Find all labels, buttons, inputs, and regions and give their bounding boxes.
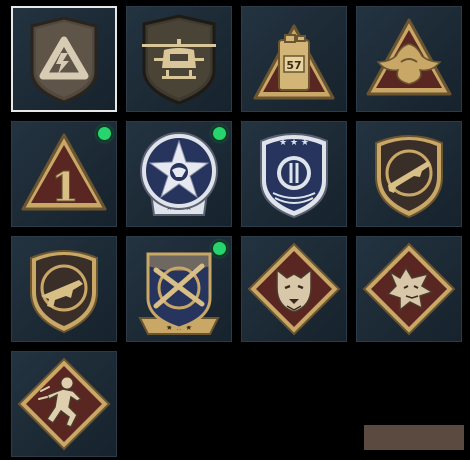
emblem-tile-9[interactable] — [11, 236, 117, 342]
emblem-tile-8[interactable] — [356, 121, 462, 227]
eagle-triangle-icon — [366, 18, 452, 96]
helicopter-shield-icon — [142, 14, 216, 105]
smg-shield-icon — [30, 250, 98, 334]
emblem-grid: 57 1 ★ ★ ★ — [0, 0, 470, 460]
new-indicator — [213, 242, 226, 255]
running-figure-diamond-icon — [17, 357, 111, 451]
dragon-diamond-icon — [362, 242, 456, 336]
wolf-diamond-icon — [247, 242, 341, 336]
emblem-tile-6[interactable]: ★ ★ ★ — [126, 121, 232, 227]
emblem-tile-13[interactable] — [11, 351, 117, 457]
emblem-tile-3[interactable]: 57 — [241, 6, 347, 112]
color-swatch — [364, 425, 464, 450]
emblem-tile-4[interactable] — [356, 6, 462, 112]
emblem-tile-7[interactable]: ★ ★ ★ — [241, 121, 347, 227]
new-indicator — [98, 127, 111, 140]
emblem-tile-1[interactable] — [11, 6, 117, 112]
svg-text:★ ★ ★: ★ ★ ★ — [279, 138, 309, 148]
rifle-shield-icon — [375, 135, 443, 219]
lightning-triangle-shield-icon — [30, 16, 98, 104]
emblem-tile-11[interactable] — [241, 236, 347, 342]
emblem-tile-5[interactable]: 1 — [11, 121, 117, 227]
jerrycan-triangle-icon: 57 — [253, 24, 335, 100]
rank-number: 1 — [51, 164, 79, 211]
police-badge-icon: ★ ★ ★ — [260, 133, 328, 219]
new-indicator — [213, 127, 226, 140]
emblem-tile-12[interactable] — [356, 236, 462, 342]
jerrycan-number: 57 — [286, 59, 301, 72]
emblem-tile-2[interactable] — [126, 6, 232, 112]
emblem-tile-10[interactable]: ★ ★ ★ — [126, 236, 232, 342]
